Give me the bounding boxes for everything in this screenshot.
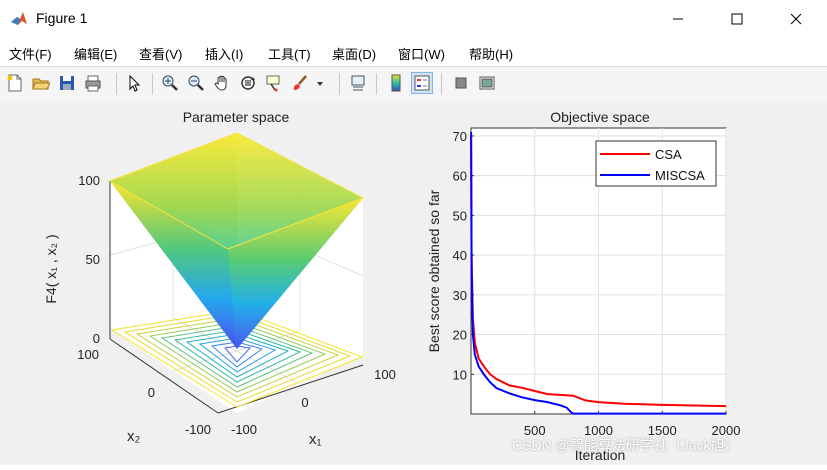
menu-desktop[interactable]: 桌面(D) xyxy=(332,44,376,63)
figure-canvas: Parameter space 100 50 0 F4( x₁ , x₂ ) 1… xyxy=(0,101,827,465)
brush-dropdown-icon[interactable] xyxy=(313,72,327,94)
menu-tools[interactable]: 工具(T) xyxy=(268,44,311,63)
window-title: Figure 1 xyxy=(36,10,88,26)
minimize-button[interactable] xyxy=(655,0,701,38)
y-tick-label: 40 xyxy=(453,248,467,263)
menu-edit[interactable]: 编辑(E) xyxy=(74,44,117,63)
brush-icon[interactable] xyxy=(289,72,311,94)
legend-label-csa: CSA xyxy=(655,147,682,162)
rotate-3d-icon[interactable] xyxy=(237,72,259,94)
x2-axis-label: x₂ xyxy=(127,428,141,445)
close-button[interactable] xyxy=(773,0,819,38)
toolbar-separator xyxy=(152,73,153,95)
hide-plot-tools-icon[interactable] xyxy=(450,72,472,94)
data-cursor-icon[interactable] xyxy=(263,72,285,94)
y-tick-label: 10 xyxy=(453,367,467,382)
x1-tick-label: -100 xyxy=(231,422,257,437)
zoom-out-icon[interactable] xyxy=(185,72,207,94)
pan-hand-icon[interactable] xyxy=(211,72,233,94)
new-figure-icon[interactable] xyxy=(4,72,26,94)
title-bar: Figure 1 xyxy=(0,0,827,39)
zoom-in-icon[interactable] xyxy=(159,72,181,94)
objective-space-chart: 500 1000 1500 200010203040506070 Objective … xyxy=(426,109,740,463)
x2-tick-label: -100 xyxy=(185,422,211,437)
z-axis-label: F4( x₁ , x₂ ) xyxy=(43,234,59,303)
objective-space-title: Objective space xyxy=(550,109,650,125)
toolbar-separator xyxy=(376,73,377,95)
x1-axis-label: x₁ xyxy=(309,431,322,448)
x2-tick-label: 0 xyxy=(148,385,155,400)
toolbar-separator xyxy=(441,73,442,95)
save-icon[interactable] xyxy=(56,72,78,94)
menu-view[interactable]: 查看(V) xyxy=(139,44,182,63)
y-tick-label: 70 xyxy=(453,129,467,144)
chart-legend[interactable]: CSA MISCSA xyxy=(595,140,717,187)
matlab-icon xyxy=(10,10,28,28)
menu-help[interactable]: 帮助(H) xyxy=(469,44,513,63)
pointer-icon[interactable] xyxy=(123,72,145,94)
menu-window[interactable]: 窗口(W) xyxy=(398,44,445,63)
open-file-icon[interactable] xyxy=(30,72,52,94)
toolbar-separator xyxy=(339,73,340,95)
menu-bar: 文件(F) 编辑(E) 查看(V) 插入(I) 工具(T) 桌面(D) 窗口(W… xyxy=(0,38,827,96)
z-tick-label: 50 xyxy=(86,252,100,267)
link-plot-icon[interactable] xyxy=(347,72,369,94)
csdn-watermark: CSDN @智能算法研学社（Jack旭） xyxy=(512,437,739,453)
toolbar-separator xyxy=(116,73,117,95)
show-plot-tools-icon[interactable] xyxy=(476,72,498,94)
x1-tick-label: 100 xyxy=(374,367,396,382)
y-tick-label: 20 xyxy=(453,328,467,343)
print-icon[interactable] xyxy=(82,72,104,94)
legend-label-miscsa: MISCSA xyxy=(655,168,705,183)
menu-insert[interactable]: 插入(I) xyxy=(205,44,243,63)
y-tick-label: 60 xyxy=(453,169,467,184)
y-axis-label: Best score obtained so far xyxy=(426,189,442,352)
colorbar-icon[interactable] xyxy=(385,72,407,94)
x2-tick-label: 100 xyxy=(77,347,99,362)
maximize-button[interactable] xyxy=(714,0,760,38)
menu-file[interactable]: 文件(F) xyxy=(9,44,52,63)
z-tick-label: 0 xyxy=(93,331,100,346)
parameter-space-title: Parameter space xyxy=(183,109,290,125)
figure-svg: Parameter space 100 50 0 F4( x₁ , x₂ ) 1… xyxy=(43,109,740,463)
z-tick-label: 100 xyxy=(78,173,100,188)
y-tick-label: 30 xyxy=(453,288,467,303)
figure-toolbar xyxy=(0,66,827,102)
legend-icon[interactable] xyxy=(411,72,433,94)
x1-tick-label: 0 xyxy=(301,395,308,410)
y-tick-label: 50 xyxy=(453,208,467,223)
